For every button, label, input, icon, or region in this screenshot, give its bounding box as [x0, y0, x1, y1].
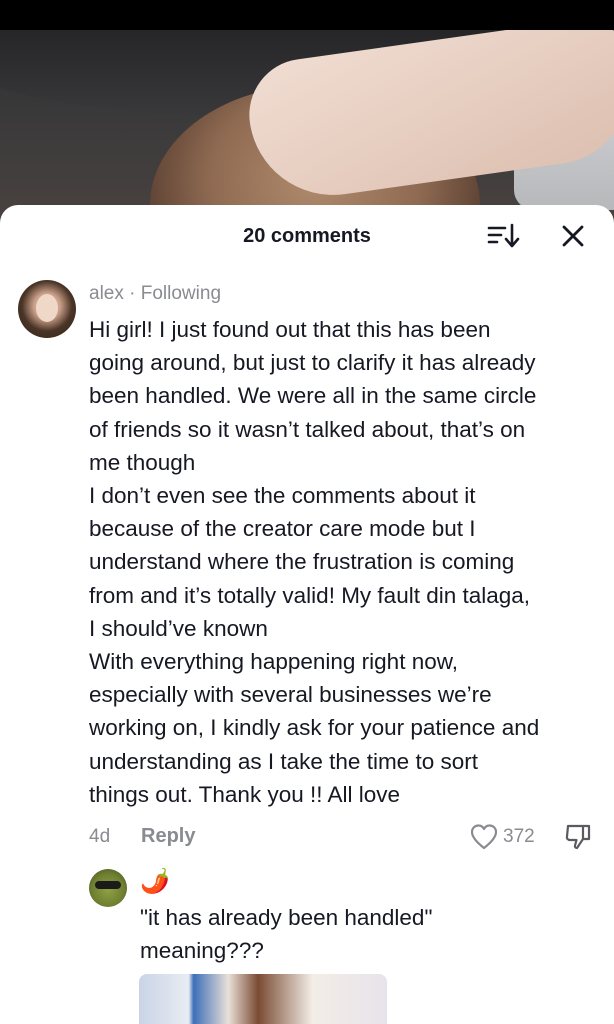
comment-item[interactable]: alex · Following Hi girl! I just found o…	[89, 281, 601, 811]
sort-icon	[487, 223, 520, 248]
comment-text-line: me though	[89, 449, 196, 475]
comments-count: 20 comments	[243, 225, 371, 247]
comment-text-line: I don’t even see the comments about it	[89, 483, 476, 509]
comment-text-line: understand where the frustration is comi…	[89, 549, 515, 575]
like-button[interactable]	[469, 822, 499, 852]
like-count: 372	[503, 826, 535, 847]
reply-button[interactable]: Reply	[141, 825, 195, 848]
reply-item[interactable]: 🌶️ "it has already been handled" meaning…	[140, 867, 600, 967]
reply-image-attachment[interactable]	[139, 974, 387, 1024]
comment-text-line: With everything happening right now,	[89, 649, 458, 675]
dislike-button[interactable]	[563, 822, 593, 852]
comment-text-line: Hi girl! I just found out that this has …	[89, 317, 491, 342]
comment-meta-row: 4d Reply 372	[89, 822, 601, 852]
comment-text-line: I should’ve known	[89, 615, 268, 641]
comment-text-line: from and it’s totally valid! My fault di…	[89, 582, 531, 608]
avatar-face	[36, 294, 58, 322]
reply-text: "it has already been handled" meaning???	[140, 901, 600, 967]
thumbs-down-icon	[565, 824, 591, 850]
heart-icon	[470, 824, 498, 850]
close-icon	[562, 225, 584, 247]
comment-text-line: because of the creator care mode but I	[89, 516, 476, 542]
comment-username[interactable]: alex	[89, 283, 124, 304]
comment-text: Hi girl! I just found out that this has …	[89, 313, 601, 811]
comment-username-line: alex · Following	[89, 281, 601, 307]
reply-text-line: "it has already been handled"	[140, 905, 433, 930]
following-label: Following	[140, 283, 222, 304]
comment-text-line: of friends so it wasn’t talked about, th…	[89, 416, 526, 442]
comment-text-line: going around, but just to clarify it has…	[89, 350, 536, 376]
reply-text-line: meaning???	[140, 938, 264, 963]
video-background[interactable]	[0, 30, 614, 230]
status-bar-area	[0, 0, 614, 30]
comments-header: 20 comments	[0, 205, 614, 267]
avatar-reply-user[interactable]	[89, 869, 127, 907]
comment-text-line: working on, I kindly ask for your patien…	[89, 715, 540, 741]
close-button[interactable]	[558, 221, 588, 251]
avatar-alex[interactable]	[18, 280, 76, 338]
sort-button[interactable]	[487, 221, 521, 251]
comments-sheet: 20 comments alex · Following Hi girl! I …	[0, 205, 614, 1024]
username-separator: ·	[129, 283, 136, 304]
avatar-glasses	[95, 881, 121, 889]
comment-time: 4d	[89, 826, 111, 847]
comment-text-line: especially with several businesses we’re	[89, 682, 492, 708]
reply-username[interactable]: 🌶️	[140, 867, 600, 897]
comment-text-line: understanding as I take the time to sort	[89, 748, 478, 774]
comment-text-line: been handled. We were all in the same ci…	[89, 383, 537, 409]
comment-text-line: things out. Thank you !! All love	[89, 781, 401, 807]
